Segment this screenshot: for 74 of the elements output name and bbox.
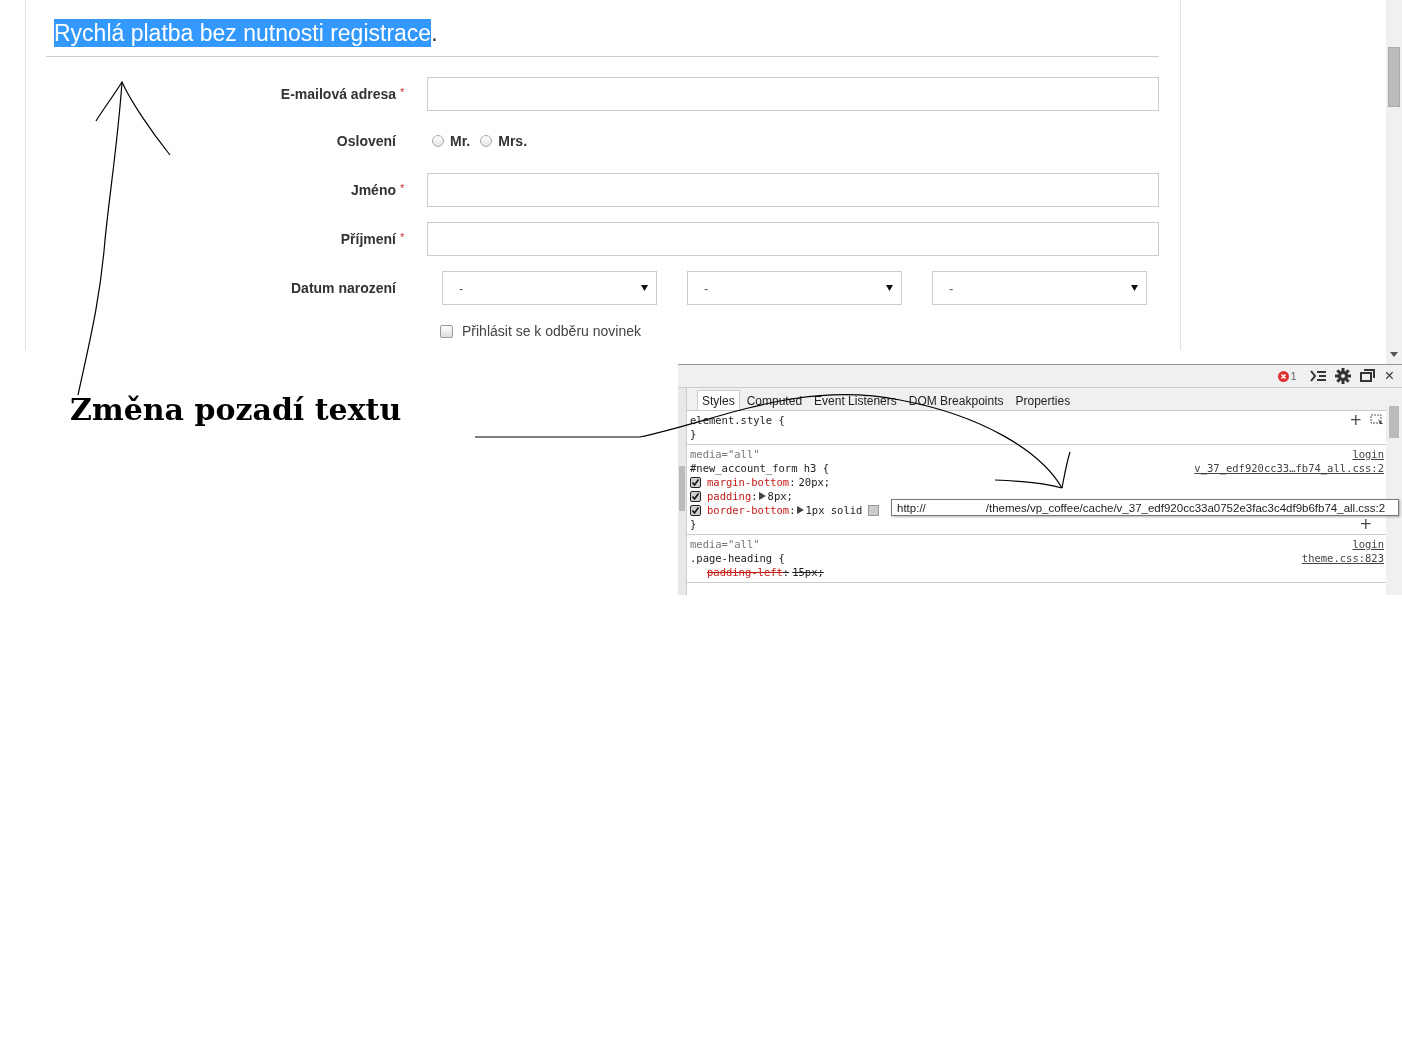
origin-link[interactable]: login xyxy=(1352,538,1384,550)
caret-icon xyxy=(886,285,893,291)
radio-label: Mrs. xyxy=(498,133,528,149)
property-checkbox[interactable] xyxy=(690,490,701,502)
radio-button[interactable] xyxy=(480,135,493,147)
page-heading: Rychlá platba bez nutnosti registrace xyxy=(54,19,432,47)
radio-label: Mr. xyxy=(450,133,471,149)
property-checkbox[interactable] xyxy=(690,476,701,488)
close-button[interactable]: × xyxy=(1384,368,1394,384)
required-mark: * xyxy=(400,182,406,194)
scrollbar[interactable] xyxy=(1386,0,1402,364)
property-name: padding xyxy=(707,490,752,502)
colon: : xyxy=(789,476,796,488)
input-field[interactable] xyxy=(427,77,1159,111)
expand-icon[interactable] xyxy=(796,506,804,514)
dropdown[interactable]: - xyxy=(932,271,1147,305)
colon: : xyxy=(789,504,796,516)
panel-tab[interactable]: Properties xyxy=(1010,390,1076,410)
css-selector: .page-heading { xyxy=(690,552,785,564)
required-mark: * xyxy=(400,231,406,243)
dropdown[interactable]: - xyxy=(442,271,657,305)
property-name: margin-bottom xyxy=(707,476,790,488)
add-property-button[interactable]: + xyxy=(1359,517,1372,531)
add-rule-button[interactable]: + xyxy=(1349,413,1362,427)
checkbox-label: Přihlásit se k odběru novinek xyxy=(462,323,641,339)
field-label: Datum narození xyxy=(291,280,396,296)
caret-icon xyxy=(1131,285,1138,291)
source-link[interactable]: v_37_edf920cc33…fb74_all.css:2 xyxy=(1194,462,1384,474)
field-label: Příjmení xyxy=(340,231,396,247)
origin-link[interactable]: login xyxy=(1352,448,1384,460)
settings-icon[interactable] xyxy=(1334,368,1351,384)
tooltip-text: http:// xyxy=(897,501,926,514)
property-value: 1px solid xyxy=(805,504,863,516)
property-name: border-bottom xyxy=(707,504,790,516)
media-query: media="all" xyxy=(690,538,760,550)
checkbox[interactable] xyxy=(440,324,453,338)
scroll-down-icon[interactable] xyxy=(1390,352,1398,357)
closing-brace: } xyxy=(690,428,697,440)
dock-icon[interactable] xyxy=(1359,369,1376,383)
error-count: 1 xyxy=(1290,370,1297,382)
media-query: media="all" xyxy=(690,448,760,460)
scrollbar-thumb[interactable] xyxy=(1388,47,1400,107)
expand-icon[interactable] xyxy=(758,492,766,500)
field-label: E-mailová adresa xyxy=(280,86,396,102)
source-link[interactable]: theme.css:823 xyxy=(1301,552,1384,564)
required-mark: * xyxy=(400,86,406,98)
panel-tab[interactable]: DOM Breakpoints xyxy=(903,390,1009,410)
annotation-text: Změna pozadí textu xyxy=(70,392,402,427)
field-label: Jméno xyxy=(350,182,396,198)
heading-period: . xyxy=(431,20,438,46)
radio-button[interactable] xyxy=(432,135,444,147)
input-field[interactable] xyxy=(427,173,1159,207)
colon: : xyxy=(782,566,790,578)
panel-tab[interactable]: Event Listeners xyxy=(809,390,902,410)
property-value: 20px; xyxy=(798,476,831,488)
field-label: Oslovení xyxy=(336,133,396,149)
property-value: 15px; xyxy=(792,566,824,578)
dropdown[interactable]: - xyxy=(687,271,902,305)
caret-icon xyxy=(641,285,648,291)
color-swatch[interactable] xyxy=(868,504,880,516)
error-icon xyxy=(1277,370,1289,382)
property-value: 8px; xyxy=(767,490,793,502)
colon: : xyxy=(751,490,758,502)
closing-brace: } xyxy=(690,518,697,530)
property-name: padding-left xyxy=(707,566,783,578)
input-field[interactable] xyxy=(427,222,1159,256)
scrollbar-thumb[interactable] xyxy=(679,466,685,511)
property-checkbox[interactable] xyxy=(690,504,701,516)
panel-tab[interactable]: Styles xyxy=(697,390,740,410)
console-icon[interactable] xyxy=(1309,370,1326,382)
css-selector: #new_account_form h3 { xyxy=(690,462,830,474)
scrollbar-thumb[interactable] xyxy=(1389,406,1399,438)
tooltip-text: /themes/vp_coffee/cache/v_37_edf920cc33a0752e3fac3c4df9b6fb74_all.css:2 xyxy=(985,501,1386,514)
element-state-icon[interactable] xyxy=(1370,414,1384,426)
